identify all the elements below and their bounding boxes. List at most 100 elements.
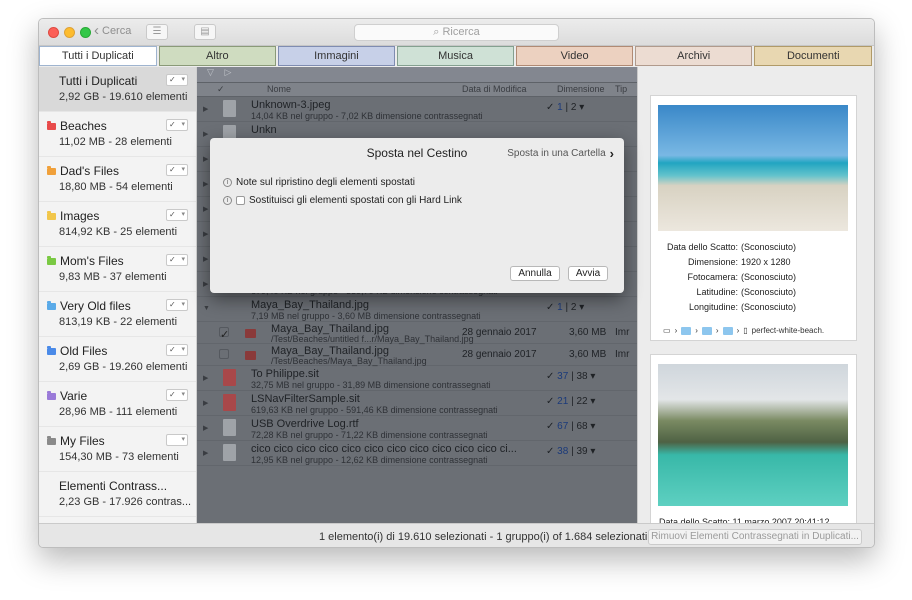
column-size[interactable]: Dimensione xyxy=(557,84,605,94)
sidebar-item[interactable]: My Files 154,30 MB - 73 elementi ▾ xyxy=(39,427,196,472)
file-row[interactable]: ✓ Maya_Bay_Thailand.jpg/Test/Beaches/unti… xyxy=(197,322,637,344)
sidebar-item-label: Elementi Contrass... xyxy=(59,479,168,493)
file-size: 3,60 MB xyxy=(569,349,607,360)
marked-count[interactable]: ✓ 21 | 22 ▾ xyxy=(546,396,595,407)
disclosure-icon[interactable]: ▶ xyxy=(203,255,208,263)
row-checkbox[interactable]: ✓ xyxy=(219,327,229,341)
sidebar-item[interactable]: Tutti i Duplicati 2,92 GB - 19.610 elemen… xyxy=(39,67,196,112)
disclosure-icon[interactable]: ▶ xyxy=(203,399,208,407)
row-checkbox[interactable] xyxy=(219,349,229,359)
marked-count[interactable]: ✓ 37 | 38 ▾ xyxy=(546,371,595,382)
disclosure-icon[interactable]: ▶ xyxy=(203,205,208,213)
include-checkbox[interactable]: ✓ ▾ xyxy=(166,389,188,401)
search-field[interactable]: ⌕ Ricerca xyxy=(354,24,559,41)
tab-6[interactable]: Documenti xyxy=(754,46,873,66)
include-checkbox[interactable]: ✓ ▾ xyxy=(166,74,188,86)
disclosure-icon[interactable]: ▶ xyxy=(203,180,208,188)
move-to-trash-sheet: Sposta nel Cestino Sposta in una Cartell… xyxy=(210,138,624,293)
option-notes[interactable]: i Note sul ripristino degli elementi spo… xyxy=(223,177,415,188)
folder-icon xyxy=(47,255,56,265)
marked-count[interactable]: ✓ 38 | 39 ▾ xyxy=(546,446,595,457)
preview-panel: Data dello Scatto: (Sconosciuto) Dimension… xyxy=(637,67,874,527)
start-button[interactable]: Avvia xyxy=(568,266,608,281)
group-row[interactable]: ▶ Unknown-3.jpeg 14,04 KB nel gruppo - 7,0… xyxy=(197,97,637,122)
tab-2[interactable]: Immagini xyxy=(278,46,395,66)
move-to-folder-button[interactable]: Sposta in una Cartella › xyxy=(507,146,614,161)
file-row[interactable]: Maya_Bay_Thailand.jpg/Test/Beaches/Maya_… xyxy=(197,344,637,366)
chevron-left-icon: ‹ xyxy=(94,22,99,39)
minimize-window-button[interactable] xyxy=(64,27,75,38)
column-name[interactable]: Nome xyxy=(267,84,291,94)
play-icon[interactable]: ▷ xyxy=(224,67,231,77)
group-row[interactable]: ▼ Maya_Bay_Thailand.jpg 7,19 MB nel gruppo… xyxy=(197,297,637,322)
option-hardlink[interactable]: i Sostituisci gli elementi spostati con … xyxy=(223,195,462,206)
disclosure-icon[interactable]: ▶ xyxy=(203,105,208,113)
marked-count[interactable]: ✓ 67 | 68 ▾ xyxy=(546,421,595,432)
marked-count[interactable]: ✓ 1 | 2 ▾ xyxy=(546,302,584,313)
filter-icon[interactable]: ▽ xyxy=(207,67,214,77)
sidebar-item-meta: 2,23 GB - 17.926 contras... xyxy=(59,496,192,508)
include-checkbox[interactable]: ✓ ▾ xyxy=(166,344,188,356)
preview-card-second: Data dello Scatto: 11 marzo 2007 20:41:1… xyxy=(650,354,857,527)
sidebar-item-meta: 2,92 GB - 19.610 elementi xyxy=(59,91,188,103)
sidebar-item[interactable]: Varie 28,96 MB - 111 elementi ✓ ▾ xyxy=(39,382,196,427)
tab-0[interactable]: Tutti i Duplicati xyxy=(39,46,157,66)
sidebar-item-label: Beaches xyxy=(60,119,107,133)
disclosure-icon[interactable]: ▶ xyxy=(203,374,208,382)
group-row[interactable]: ▶ cico cico cico cico cico cico cico cico… xyxy=(197,441,637,466)
close-window-button[interactable] xyxy=(48,27,59,38)
hardlink-checkbox[interactable] xyxy=(236,196,245,205)
disclosure-icon[interactable]: ▶ xyxy=(203,155,208,163)
sidebar-item[interactable]: Mom's Files 9,83 MB - 37 elementi ✓ ▾ xyxy=(39,247,196,292)
sidebar-item-meta: 2,69 GB - 19.260 elementi xyxy=(59,361,188,373)
disclosure-icon[interactable]: ▶ xyxy=(203,449,208,457)
sidebar-item-label: Dad's Files xyxy=(60,164,119,178)
header-check-icon[interactable]: ✓ xyxy=(217,84,225,95)
include-checkbox[interactable]: ✓ ▾ xyxy=(166,209,188,221)
marked-count[interactable]: ✓ 1 | 2 ▾ xyxy=(546,102,584,113)
folder-icon xyxy=(47,165,56,175)
disclosure-icon[interactable]: ▶ xyxy=(203,130,208,138)
info-icon[interactable]: i xyxy=(223,178,232,187)
sidebar-item[interactable]: Images 814,92 KB - 25 elementi ✓ ▾ xyxy=(39,202,196,247)
sidebar-item[interactable]: Very Old files 813,19 KB - 22 elementi ✓ ▾ xyxy=(39,292,196,337)
zoom-window-button[interactable] xyxy=(80,27,91,38)
folder-icon xyxy=(47,390,56,400)
folder-icon xyxy=(47,300,56,310)
include-checkbox[interactable]: ✓ ▾ xyxy=(166,164,188,176)
tab-1[interactable]: Altro xyxy=(158,46,277,66)
group-row[interactable]: ▶ LSNavFilterSample.sit 619,63 KB nel grup… xyxy=(197,391,637,416)
group-row[interactable]: ▶ To Philippe.sit 32,75 MB nel gruppo - 31… xyxy=(197,366,637,391)
option-hardlink-label: Sostituisci gli elementi spostati con gl… xyxy=(249,195,462,206)
sidebar-item[interactable]: Elementi Contrass... 2,23 GB - 17.926 con… xyxy=(39,472,196,517)
cancel-button[interactable]: Annulla xyxy=(510,266,560,281)
include-checkbox[interactable]: ▾ xyxy=(166,434,188,446)
disclosure-icon[interactable]: ▼ xyxy=(203,305,210,312)
metadata-value: 1920 x 1280 xyxy=(741,257,791,267)
file-size: 3,60 MB xyxy=(569,327,607,338)
sidebar-item[interactable]: Dad's Files 18,80 MB - 54 elementi ✓ ▾ xyxy=(39,157,196,202)
folder-icon xyxy=(47,345,56,355)
disclosure-icon[interactable]: ▶ xyxy=(203,424,208,432)
group-row[interactable]: ▶ USB Overdrive Log.rtf 72,28 KB nel grupp… xyxy=(197,416,637,441)
sidebar-item[interactable]: Old Files 2,69 GB - 19.260 elementi ✓ ▾ xyxy=(39,337,196,382)
list-view-button[interactable]: ☰ xyxy=(146,24,168,40)
disclosure-icon[interactable]: ▶ xyxy=(203,230,208,238)
info-icon[interactable]: i xyxy=(223,196,232,205)
tab-5[interactable]: Archivi xyxy=(634,46,753,66)
include-checkbox[interactable]: ✓ ▾ xyxy=(166,254,188,266)
include-checkbox[interactable]: ✓ ▾ xyxy=(166,299,188,311)
option-notes-label: Note sul ripristino degli elementi spost… xyxy=(236,177,415,188)
tab-4[interactable]: Video xyxy=(516,46,633,66)
detail-view-button[interactable]: ▤ xyxy=(194,24,216,40)
include-checkbox[interactable]: ✓ ▾ xyxy=(166,119,188,131)
column-date[interactable]: Data di Modifica xyxy=(462,84,527,94)
group-summary: 14,04 KB nel gruppo - 7,02 KB dimensione… xyxy=(251,111,483,121)
tab-3[interactable]: Musica xyxy=(396,46,515,66)
remove-marked-button[interactable]: Rimuovi Elementi Contrassegnati in Dupli… xyxy=(648,529,862,545)
disclosure-icon[interactable]: ▶ xyxy=(203,280,208,288)
sidebar-item[interactable]: Beaches 11,02 MB - 28 elementi ✓ ▾ xyxy=(39,112,196,157)
column-kind[interactable]: Tip xyxy=(615,84,627,94)
back-button[interactable]: ‹ Cerca xyxy=(94,22,131,39)
chevron-down-icon: ▾ xyxy=(181,301,185,308)
